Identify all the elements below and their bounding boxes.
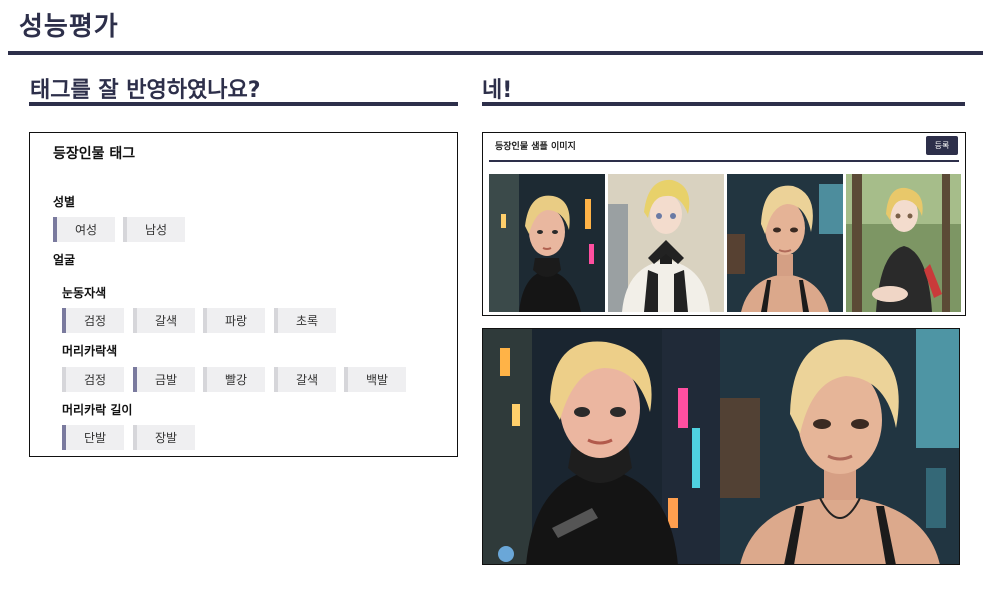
right-section-divider (482, 102, 965, 106)
sample-app-title: 등장인물 샘플 이미지 (495, 142, 576, 152)
tag-chip-eye-brown[interactable]: 갈색 (133, 308, 195, 333)
tag-chip-hair-white[interactable]: 백발 (344, 367, 406, 392)
sample-thumbnail-3[interactable] (727, 174, 843, 312)
sample-thumbnail-4[interactable] (846, 174, 961, 312)
sample-app-divider (489, 160, 959, 162)
face-label: 얼굴 (53, 253, 76, 267)
character-tag-panel: 등장인물 태그 성별 여성 남성 얼굴 눈동자색 검정 갈색 파랑 초록 머리카… (29, 132, 458, 457)
large-sample-image-1[interactable] (482, 328, 720, 565)
tag-chip-hair-blonde[interactable]: 금발 (133, 367, 195, 392)
large-sample-image-2[interactable] (720, 328, 960, 565)
hair-length-label: 머리카락 길이 (62, 403, 133, 417)
tag-chip-hair-red[interactable]: 빨강 (203, 367, 265, 392)
sample-image-app: 등장인물 샘플 이미지 등록 (482, 132, 966, 316)
tag-chip-male[interactable]: 남성 (123, 217, 185, 242)
panel-title: 등장인물 태그 (53, 146, 136, 162)
tag-chip-female[interactable]: 여성 (53, 217, 115, 242)
tag-chip-eye-green[interactable]: 초록 (274, 308, 336, 333)
tag-chip-long-hair[interactable]: 장발 (133, 425, 195, 450)
tag-chip-short-hair[interactable]: 단발 (62, 425, 124, 450)
left-section-divider (29, 102, 458, 106)
register-button[interactable]: 등록 (926, 136, 958, 155)
eye-color-label: 눈동자색 (62, 286, 107, 300)
sample-thumbnail-2[interactable] (608, 174, 724, 312)
tag-chip-eye-blue[interactable]: 파랑 (203, 308, 265, 333)
title-divider (8, 51, 983, 55)
sample-thumbnail-1[interactable] (489, 174, 605, 312)
right-section-heading: 네! (482, 78, 513, 103)
tag-chip-eye-black[interactable]: 검정 (62, 308, 124, 333)
page-title: 성능평가 (19, 12, 119, 42)
gender-label: 성별 (53, 195, 76, 209)
hair-color-label: 머리카락색 (62, 344, 118, 358)
tag-chip-hair-brown[interactable]: 갈색 (274, 367, 336, 392)
tag-chip-hair-black[interactable]: 검정 (62, 367, 124, 392)
left-section-heading: 태그를 잘 반영하였나요? (30, 78, 261, 103)
